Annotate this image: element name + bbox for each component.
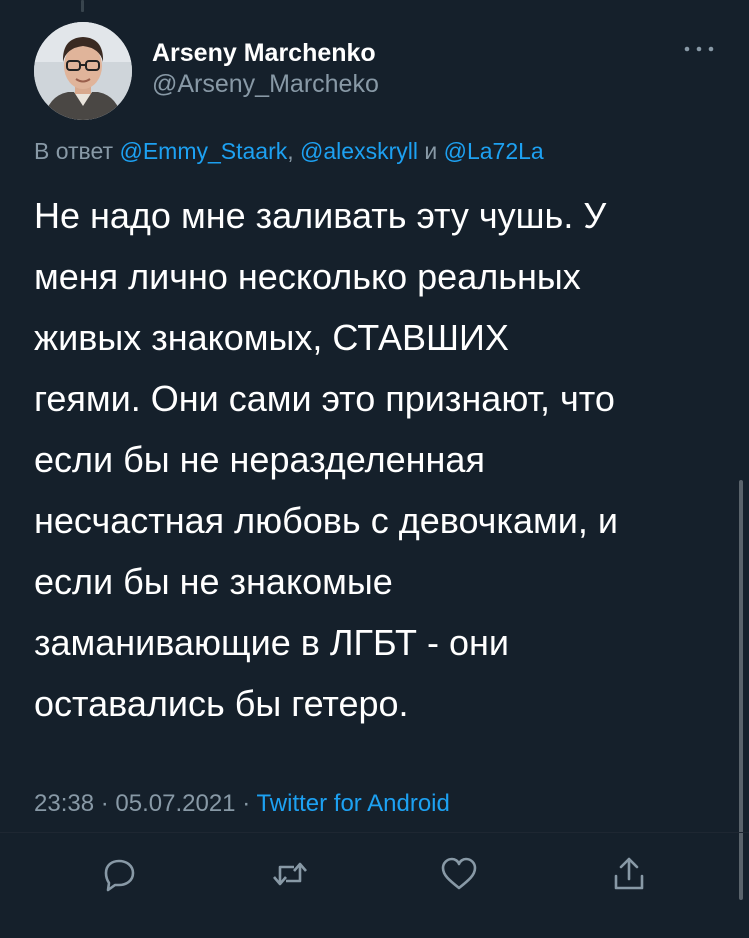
share-icon: [614, 857, 644, 890]
tweet-text-line: оставались бы гетеро.: [34, 683, 409, 724]
tweet-time: 23:38: [34, 790, 95, 817]
tweet-text-line: живых знакомых, СТАВШИХ: [34, 317, 509, 358]
tweet-meta: 23:38 · 05.07.2021 · Twitter for Android: [34, 790, 450, 818]
like-button[interactable]: [437, 852, 481, 896]
tweet-text-line: заманивающие в ЛГБТ - они: [34, 622, 510, 663]
meta-separator: ·: [242, 790, 251, 817]
mention-conjunction: и: [424, 138, 438, 164]
share-button[interactable]: [607, 852, 651, 896]
tweet-text-line: если бы не неразделенная: [34, 439, 485, 480]
retweet-icon: [273, 862, 307, 886]
tweet-header: Arseny Marchenko @Arseny_Marcheko: [34, 22, 724, 120]
mention-link[interactable]: @alexskryll: [300, 138, 418, 164]
tweet-source-link[interactable]: Twitter for Android: [256, 790, 449, 817]
reply-button[interactable]: [97, 852, 141, 896]
tweet-text: Не надо мне заливать эту чушь. У меня ли…: [34, 185, 724, 734]
more-options-icon[interactable]: [682, 42, 716, 56]
mention-separator: ,: [287, 138, 294, 164]
tweet-text-line: несчастная любовь с девочками, и: [34, 500, 618, 541]
divider: [0, 832, 749, 833]
tweet-date: 05.07.2021: [115, 790, 236, 817]
tweet-text-line: Не надо мне заливать эту чушь. У: [34, 195, 607, 236]
avatar-image: [34, 22, 132, 120]
reply-context: В ответ @Emmy_Staark, @alexskryll и @La7…: [34, 138, 544, 165]
user-handle[interactable]: @Arseny_Marcheko: [152, 68, 379, 100]
tweet-text-line: меня лично несколько реальных: [34, 256, 581, 297]
meta-separator: ·: [100, 790, 109, 817]
avatar[interactable]: [34, 22, 132, 120]
action-bar: [0, 852, 749, 902]
heart-icon: [441, 857, 477, 890]
user-info[interactable]: Arseny Marchenko @Arseny_Marcheko: [152, 38, 379, 100]
retweet-button[interactable]: [268, 852, 312, 896]
tweet-text-line: геями. Они сами это признают, что: [34, 378, 615, 419]
reply-prefix: В ответ: [34, 138, 114, 164]
tweet-text-line: если бы не знакомые: [34, 561, 393, 602]
display-name[interactable]: Arseny Marchenko: [152, 38, 379, 68]
reply-icon: [104, 859, 135, 892]
mention-link[interactable]: @La72La: [444, 138, 544, 164]
thread-connector: [81, 0, 84, 12]
scrollbar[interactable]: [739, 480, 743, 900]
mention-link[interactable]: @Emmy_Staark: [119, 138, 287, 164]
